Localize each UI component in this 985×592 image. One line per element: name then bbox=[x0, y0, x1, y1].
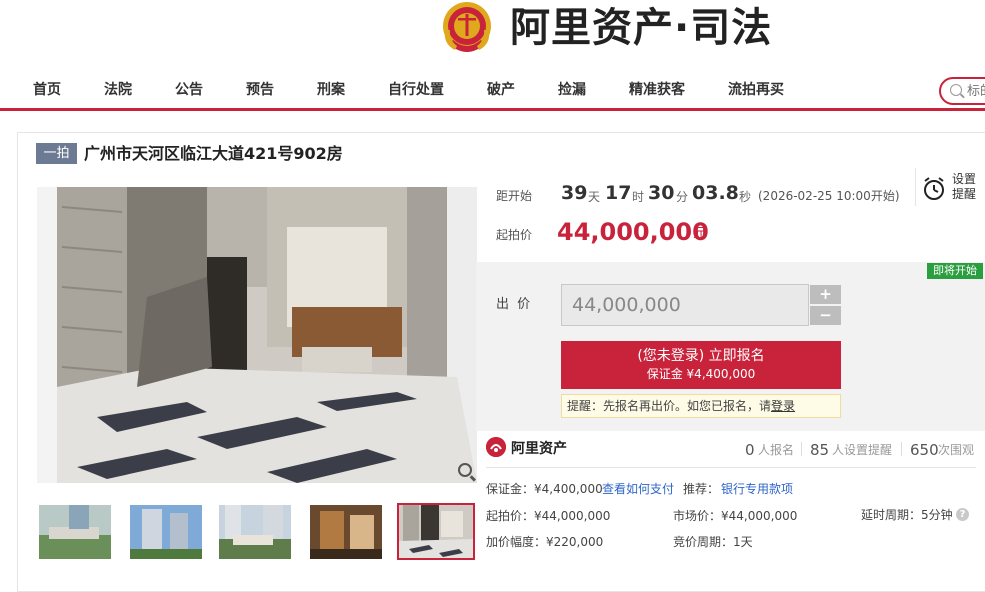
search-input[interactable] bbox=[967, 82, 985, 100]
divider bbox=[486, 467, 976, 468]
tip-text: 提醒：先报名再出价。如您已报名，请 bbox=[567, 399, 772, 413]
deposit-info: 保证金：¥4,400,000 bbox=[486, 482, 603, 496]
start-price-value: 44,000,000 bbox=[557, 218, 709, 246]
increase-bid-button[interactable]: + bbox=[810, 285, 841, 304]
login-tip: 提醒：先报名再出价。如您已报名，请登录 bbox=[561, 394, 841, 418]
thumbnail-image[interactable] bbox=[130, 505, 202, 559]
main-property-image[interactable] bbox=[37, 187, 477, 483]
nav-item-court[interactable]: 法院 bbox=[104, 80, 132, 100]
court-emblem-icon bbox=[441, 0, 493, 58]
delay-period-info: 延时周期：5分钟 bbox=[861, 508, 953, 522]
signup-button[interactable]: (您未登录) 立即报名 保证金 ¥4,400,000 bbox=[561, 341, 841, 389]
item-title: 广州市天河区临江大道421号902房 bbox=[84, 144, 343, 163]
countdown-label: 距开始 bbox=[496, 189, 533, 203]
nav-item-preview[interactable]: 预告 bbox=[246, 80, 274, 100]
market-price-info: 市场价：¥44,000,000 bbox=[673, 509, 798, 523]
countdown-hours: 17 bbox=[605, 182, 632, 204]
zoom-icon[interactable] bbox=[458, 463, 472, 477]
divider bbox=[801, 442, 802, 456]
thumbnail-image-selected[interactable] bbox=[397, 503, 475, 560]
start-price-label: 起拍价 bbox=[496, 228, 533, 242]
bid-amount-input[interactable] bbox=[561, 284, 809, 326]
increment-info: 加价幅度：¥220,000 bbox=[486, 535, 604, 549]
signup-button-label: (您未登录) 立即报名 bbox=[637, 348, 765, 364]
nav-item-criminal[interactable]: 刑案 bbox=[317, 80, 345, 100]
auction-start-time: (2026-02-25 10:00开始) bbox=[758, 189, 900, 203]
price-unit: 元 bbox=[693, 226, 707, 241]
decrease-bid-button[interactable]: − bbox=[810, 306, 841, 325]
countdown-seconds-unit: 秒 bbox=[739, 190, 752, 204]
countdown-minutes: 30 bbox=[648, 182, 675, 204]
signup-count: 0 bbox=[745, 441, 755, 459]
nav-item-resale[interactable]: 流拍再买 bbox=[728, 80, 784, 100]
bid-label: 出 价 bbox=[496, 297, 533, 312]
help-icon[interactable]: ? bbox=[956, 508, 969, 521]
nav-item-precise-leads[interactable]: 精准获客 bbox=[629, 80, 685, 100]
thumbnail-image[interactable] bbox=[219, 505, 291, 559]
nav-item-bargain[interactable]: 捡漏 bbox=[558, 80, 586, 100]
thumbnail-image[interactable] bbox=[39, 505, 111, 559]
nav-divider bbox=[0, 108, 985, 111]
bid-period-info: 竞价周期：1天 bbox=[673, 535, 753, 549]
ali-asset-logo-icon bbox=[486, 437, 506, 457]
viewer-count-label: 次围观 bbox=[938, 443, 975, 457]
nav-item-self-disposal[interactable]: 自行处置 bbox=[388, 80, 444, 100]
platform-name: 阿里资产 bbox=[511, 441, 567, 457]
recommend-label: 推荐： bbox=[683, 482, 720, 496]
signup-deposit-label: 保证金 ¥4,400,000 bbox=[646, 367, 756, 381]
reminder-count-label: 人设置提醒 bbox=[832, 443, 893, 457]
how-to-pay-link[interactable]: 查看如何支付 bbox=[602, 481, 674, 497]
reminder-count: 85 bbox=[810, 441, 830, 459]
countdown-days-unit: 天 bbox=[588, 190, 601, 204]
countdown-days: 39 bbox=[561, 182, 588, 204]
signup-count-label: 人报名 bbox=[758, 443, 795, 457]
set-reminder-button[interactable]: 设置提醒 bbox=[952, 172, 982, 202]
status-badge: 即将开始 bbox=[927, 263, 983, 279]
nav-item-notice[interactable]: 公告 bbox=[175, 80, 203, 100]
divider bbox=[901, 442, 902, 456]
viewer-count: 650 bbox=[910, 441, 939, 459]
login-link[interactable]: 登录 bbox=[771, 399, 795, 413]
search-box[interactable] bbox=[939, 77, 985, 105]
nav-item-bankruptcy[interactable]: 破产 bbox=[487, 80, 515, 100]
start-price-info: 起拍价：¥44,000,000 bbox=[486, 509, 611, 523]
countdown-hours-unit: 时 bbox=[632, 190, 645, 204]
nav-item-home[interactable]: 首页 bbox=[33, 80, 61, 100]
countdown-seconds: 03.8 bbox=[692, 182, 739, 204]
countdown-minutes-unit: 分 bbox=[676, 190, 689, 204]
auction-round-tag: 一拍 bbox=[36, 143, 77, 164]
brand-title: 阿里资产·司法 bbox=[510, 5, 773, 51]
bank-payment-link[interactable]: 银行专用款项 bbox=[721, 481, 793, 497]
alarm-clock-icon[interactable] bbox=[922, 177, 946, 201]
search-icon bbox=[950, 84, 962, 96]
thumbnail-image[interactable] bbox=[310, 505, 382, 559]
